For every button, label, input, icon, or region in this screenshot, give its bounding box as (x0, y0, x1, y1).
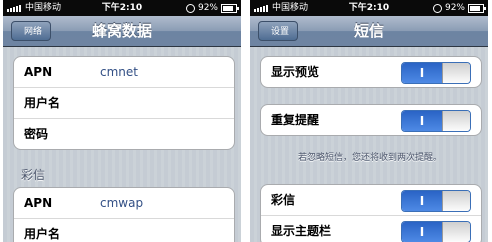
mms-apn-value[interactable]: cmwap (100, 188, 143, 218)
page-title: 蜂窝数据 (91, 22, 152, 40)
apn-label: APN (24, 65, 53, 79)
show-subject-row: 显示主题栏 I (261, 215, 481, 242)
status-right: 92% (185, 0, 239, 16)
username-label: 用户名 (24, 96, 61, 110)
show-subject-label: 显示主题栏 (271, 224, 332, 238)
mms-toggle[interactable]: I (401, 190, 471, 212)
mms-group: 彩信 I 显示主题栏 I (260, 184, 482, 242)
battery-icon (468, 3, 486, 13)
show-preview-label: 显示预览 (271, 65, 320, 79)
mms-username-label: 用户名 (24, 227, 61, 241)
toggle-on-label: I (402, 63, 442, 83)
mms-settings-group: APN cmwap 用户名 (13, 187, 235, 242)
mms-label: 彩信 (271, 193, 296, 207)
password-label: 密码 (24, 127, 49, 141)
preview-group: 显示预览 I (260, 56, 482, 88)
repeat-alert-note: 若忽略短信，您还将收到两次提醒。 (297, 153, 442, 163)
apn-value[interactable]: cmnet (100, 57, 138, 87)
battery-percent: 92% (444, 3, 465, 13)
navigation-bar: 设置 短信 (250, 16, 488, 47)
messages-settings-screen: 中国移动 下午2:10 92% 设置 短信 显示预览 I 重复提醒 I 若忽略短… (250, 0, 488, 242)
show-preview-row: 显示预览 I (261, 57, 481, 87)
mms-username-row[interactable]: 用户名 (14, 218, 234, 242)
toggle-on-label: I (402, 191, 442, 211)
toggle-on-label: I (402, 222, 442, 242)
show-subject-toggle[interactable]: I (401, 221, 471, 242)
alarm-icon (185, 3, 195, 13)
status-bar: 中国移动 下午2:10 92% (250, 0, 488, 16)
battery-icon (221, 3, 239, 13)
toggle-knob (442, 222, 470, 242)
status-right: 92% (432, 0, 486, 16)
mms-apn-label: APN (24, 196, 53, 210)
status-bar: 中国移动 下午2:10 92% (3, 0, 241, 16)
toggle-knob (442, 63, 470, 83)
toggle-knob (442, 191, 470, 211)
toggle-knob (442, 111, 470, 131)
repeat-alert-row: 重复提醒 I (261, 105, 481, 135)
mms-section-header: 彩信 (21, 168, 46, 182)
alarm-icon (432, 3, 442, 13)
username-row[interactable]: 用户名 (14, 87, 234, 118)
mms-apn-row[interactable]: APN cmwap (14, 188, 234, 218)
cellular-settings-group: APN cmnet 用户名 密码 (13, 56, 235, 150)
repeat-alert-label: 重复提醒 (271, 113, 320, 127)
repeat-alert-group: 重复提醒 I (260, 104, 482, 136)
navigation-bar: 网络 蜂窝数据 (3, 16, 241, 47)
repeat-alert-toggle[interactable]: I (401, 110, 471, 132)
mms-row: 彩信 I (261, 185, 481, 215)
cellular-data-screen: 中国移动 下午2:10 92% 网络 蜂窝数据 APN cmnet 用户名 密码… (3, 0, 241, 242)
toggle-on-label: I (402, 111, 442, 131)
show-preview-toggle[interactable]: I (401, 62, 471, 84)
battery-percent: 92% (197, 3, 218, 13)
password-row[interactable]: 密码 (14, 118, 234, 149)
page-title: 短信 (353, 22, 384, 40)
apn-row[interactable]: APN cmnet (14, 57, 234, 87)
